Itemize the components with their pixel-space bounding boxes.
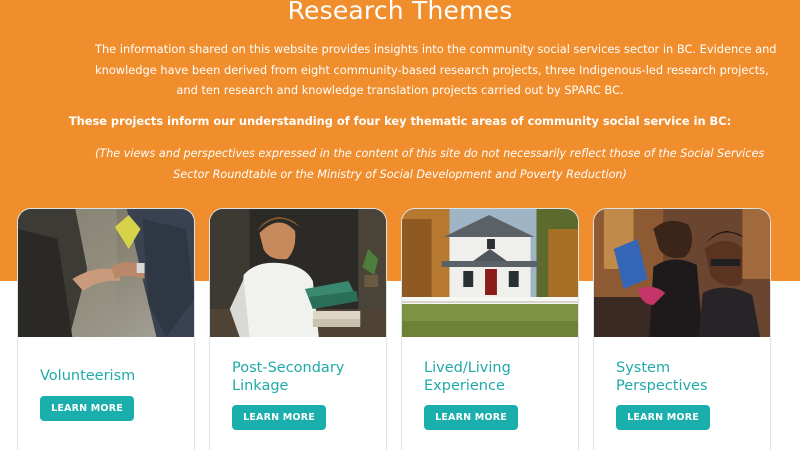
theme-card-system-perspectives[interactable]: System Perspectives LEARN MORE <box>593 208 771 450</box>
card-title[interactable]: System Perspectives <box>616 359 760 395</box>
learn-more-button[interactable]: LEARN MORE <box>424 405 518 430</box>
card-title-line[interactable]: Experience <box>424 377 568 395</box>
card-title-line[interactable]: Lived/Living <box>424 359 568 377</box>
card-title-line[interactable]: System <box>616 359 760 377</box>
intro-line: and ten research and knowledge translati… <box>176 83 624 97</box>
theme-card-lived-living-experience[interactable]: Lived/Living Experience LEARN MORE <box>401 208 579 450</box>
card-title-line[interactable]: Perspectives <box>616 377 760 395</box>
card-title[interactable]: Post-Secondary Linkage <box>232 359 376 395</box>
page-title: Research Themes <box>287 0 513 25</box>
learn-more-button[interactable]: LEARN MORE <box>40 396 134 421</box>
intro-paragraph: The information shared on this website p… <box>95 39 777 101</box>
student-reading-photo <box>210 209 386 337</box>
card-title-line[interactable]: Volunteerism <box>40 367 184 385</box>
white-house-photo <box>402 209 578 337</box>
card-title-line[interactable]: Linkage <box>232 377 376 395</box>
card-title[interactable]: Volunteerism <box>40 367 184 385</box>
people-at-computer-photo <box>594 209 770 337</box>
disclaimer-line: Sector Roundtable or the Ministry of Soc… <box>173 167 627 181</box>
intro-line: knowledge have been derived from eight c… <box>95 62 769 77</box>
projects-statement: These projects inform our understanding … <box>68 114 732 128</box>
card-title-line[interactable]: Post-Secondary <box>232 359 376 377</box>
card-title[interactable]: Lived/Living Experience <box>424 359 568 395</box>
disclaimer-line: (The views and perspectives expressed in… <box>95 147 765 160</box>
disclaimer-text: (The views and perspectives expressed in… <box>95 144 765 185</box>
learn-more-button[interactable]: LEARN MORE <box>232 405 326 430</box>
theme-card-post-secondary-linkage[interactable]: Post-Secondary Linkage LEARN MORE <box>209 208 387 450</box>
hands-reaching-photo <box>18 209 194 337</box>
learn-more-button[interactable]: LEARN MORE <box>616 405 710 430</box>
intro-line: The information shared on this website p… <box>95 42 777 56</box>
theme-card-volunteerism[interactable]: Volunteerism LEARN MORE <box>17 208 195 450</box>
